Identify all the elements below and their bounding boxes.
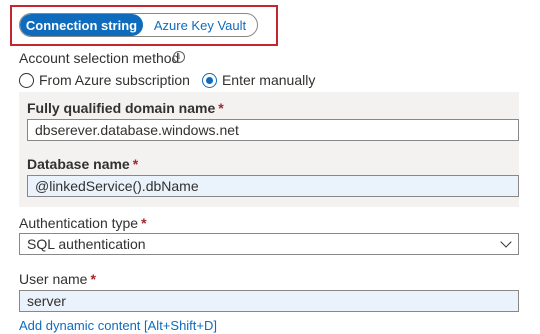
toggle-connection-string[interactable]: Connection string	[20, 14, 143, 36]
toggle-azure-key-vault[interactable]: Azure Key Vault	[143, 14, 257, 36]
username-label-text: User name	[19, 271, 88, 287]
auth-type-value: SQL authentication	[27, 236, 146, 252]
account-selection-radios: From Azure subscription Enter manually	[19, 72, 327, 88]
radio-unchecked-icon	[19, 72, 34, 88]
required-marker: *	[218, 100, 224, 116]
account-selection-label: Account selection method	[19, 50, 180, 66]
fqdn-input[interactable]: dbserever.database.windows.net	[27, 119, 519, 141]
radio-from-azure-subscription[interactable]: From Azure subscription	[19, 72, 190, 88]
auth-label-text: Authentication type	[19, 215, 139, 231]
fqdn-label: Fully qualified domain name *	[27, 100, 224, 116]
database-name-input[interactable]: @linkedService().dbName	[27, 175, 519, 197]
source-toggle: Connection string Azure Key Vault	[19, 13, 258, 37]
add-dynamic-content-link[interactable]: Add dynamic content [Alt+Shift+D]	[19, 318, 217, 333]
username-input[interactable]: server	[19, 290, 519, 312]
database-label-text: Database name	[27, 156, 130, 172]
auth-type-select[interactable]: SQL authentication	[19, 233, 519, 255]
database-name-label: Database name *	[27, 156, 138, 172]
radio-checked-icon	[201, 72, 217, 88]
chevron-down-icon	[500, 236, 512, 248]
radio-label: From Azure subscription	[39, 72, 190, 88]
radio-label: Enter manually	[221, 72, 316, 88]
required-marker: *	[132, 156, 139, 172]
required-marker: *	[141, 215, 147, 231]
info-icon[interactable]: i	[173, 51, 185, 63]
radio-enter-manually[interactable]: Enter manually	[201, 72, 316, 88]
required-marker: *	[90, 271, 96, 287]
auth-type-label: Authentication type *	[19, 215, 147, 231]
username-label: User name *	[19, 271, 96, 287]
fqdn-label-text: Fully qualified domain name	[27, 100, 216, 116]
